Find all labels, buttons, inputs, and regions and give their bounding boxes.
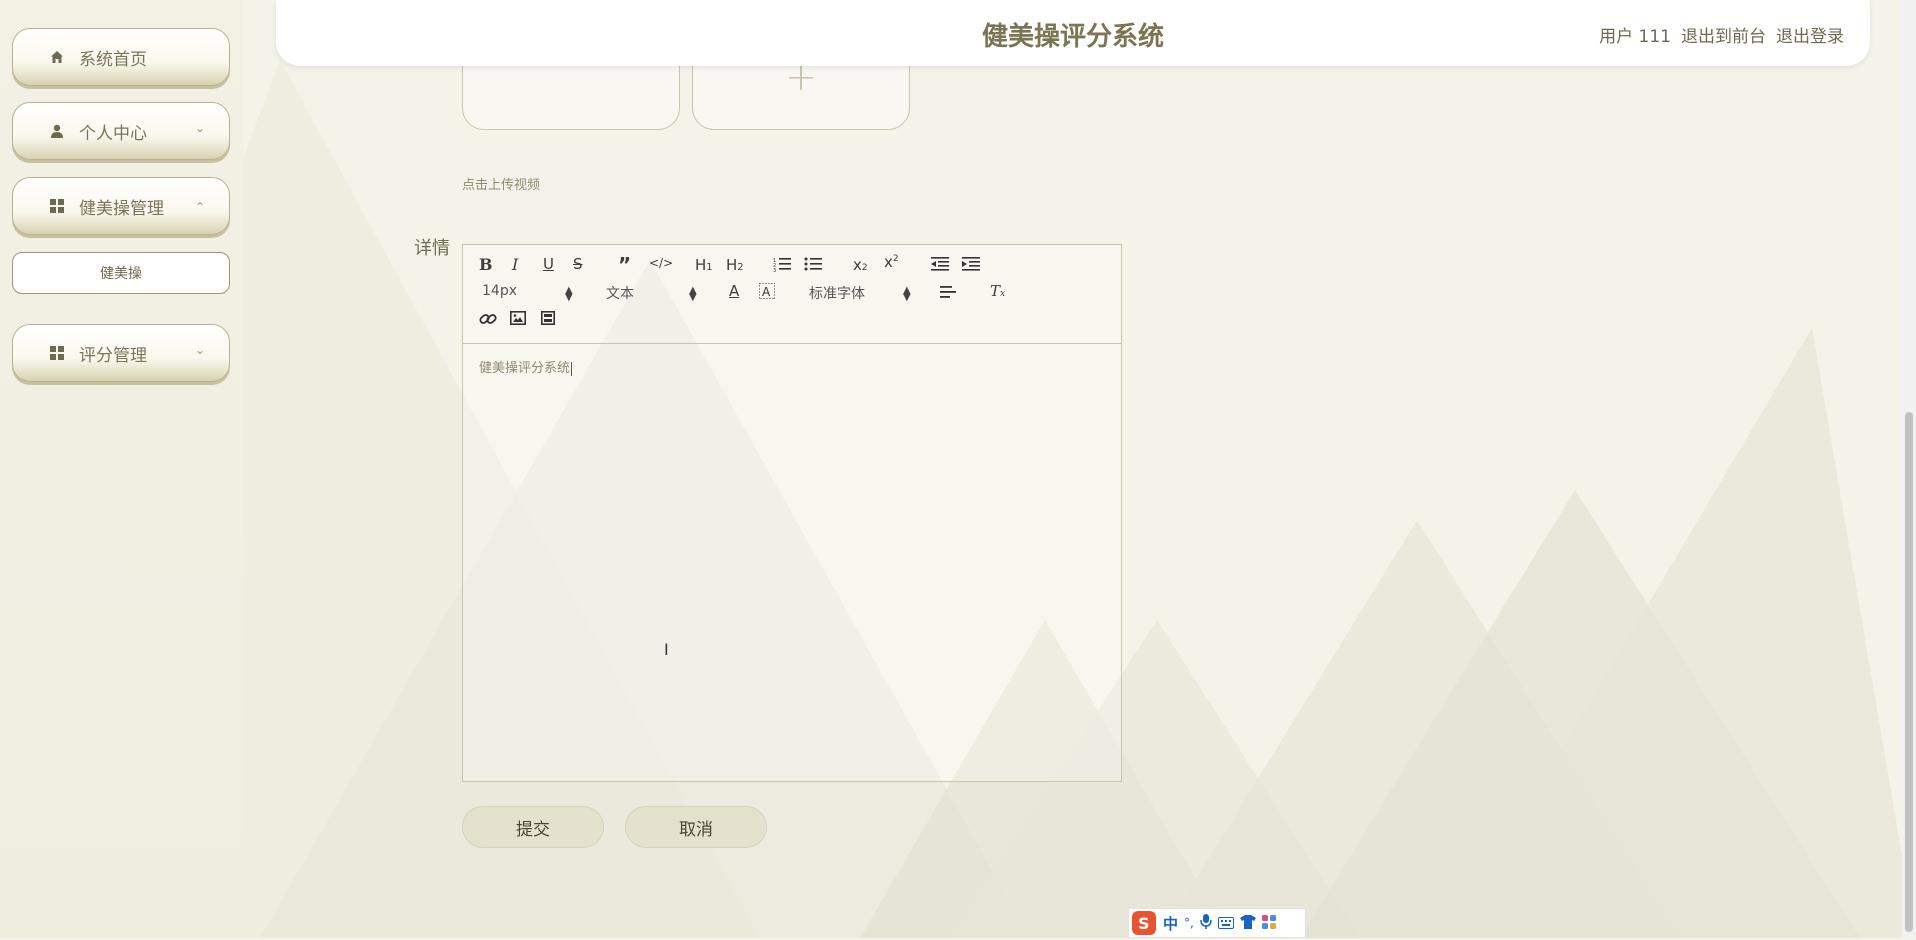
main-content: + 点击上传视频 详情 B I U S ” </> H1 H2 123 x2 x… xyxy=(0,0,1916,938)
superscript-icon[interactable]: x2 xyxy=(884,253,899,271)
video-icon[interactable] xyxy=(541,311,555,325)
sogou-logo-icon[interactable]: S xyxy=(1131,910,1157,936)
sidebar: 系统首页 个人中心 ⌄ 健美操管理 ⌃ 健美操 评分管理 ⌄ xyxy=(0,0,243,938)
outdent-icon[interactable] xyxy=(931,256,949,272)
top-header: 健美操评分系统 用户 111 退出到前台 退出登录 xyxy=(276,0,1870,66)
submit-button[interactable]: 提交 xyxy=(462,806,604,848)
sidebar-item-home[interactable]: 系统首页 xyxy=(12,28,230,86)
ordered-list-icon[interactable]: 123 xyxy=(773,256,791,272)
header-select[interactable]: 文本 xyxy=(606,283,634,303)
strikethrough-icon[interactable]: S xyxy=(573,255,583,273)
scrollbar-thumb[interactable] xyxy=(1905,412,1913,932)
select-arrows-icon: ▲ ▼ xyxy=(689,285,697,303)
background-color-icon[interactable]: A xyxy=(759,283,775,299)
svg-text:S: S xyxy=(1138,914,1150,933)
code-block-icon[interactable]: </> xyxy=(649,256,673,270)
image-icon[interactable] xyxy=(510,311,526,325)
sidebar-item-aerobics-management[interactable]: 健美操管理 ⌃ xyxy=(12,177,230,235)
subscript-icon[interactable]: x2 xyxy=(853,256,868,274)
text-cursor-icon: I xyxy=(664,640,669,659)
ime-punctuation-toggle[interactable]: °, xyxy=(1184,916,1194,930)
detail-label: 详情 xyxy=(414,238,450,259)
bullet-list-icon[interactable] xyxy=(804,256,822,272)
to-front-link[interactable]: 退出到前台 xyxy=(1681,22,1766,47)
grid-icon xyxy=(49,198,65,214)
header-actions: 用户 111 退出到前台 退出登录 xyxy=(1599,22,1844,47)
sidebar-item-profile[interactable]: 个人中心 ⌄ xyxy=(12,102,230,160)
keyboard-icon[interactable] xyxy=(1217,914,1234,933)
link-icon[interactable] xyxy=(479,311,497,327)
underline-icon[interactable]: U xyxy=(543,255,554,273)
rich-text-editor: B I U S ” </> H1 H2 123 x2 x2 14px ▲ ▼ 文… xyxy=(462,244,1122,782)
chevron-up-icon: ⌃ xyxy=(194,200,205,214)
cancel-button[interactable]: 取消 xyxy=(625,806,767,848)
select-arrows-icon: ▲ ▼ xyxy=(565,285,573,303)
font-size-select[interactable]: 14px xyxy=(482,283,517,299)
blockquote-icon[interactable]: ” xyxy=(618,253,631,277)
italic-icon[interactable]: I xyxy=(512,255,518,274)
sidebar-item-label: 系统首页 xyxy=(79,49,147,70)
chevron-down-icon: ⌄ xyxy=(194,343,205,357)
sidebar-item-score-management[interactable]: 评分管理 ⌄ xyxy=(12,324,230,382)
select-arrows-icon: ▲ ▼ xyxy=(903,285,911,303)
sidebar-item-label: 评分管理 xyxy=(79,345,147,366)
font-color-icon[interactable]: A xyxy=(729,282,739,300)
indent-icon[interactable] xyxy=(962,256,980,272)
logout-link[interactable]: 退出登录 xyxy=(1776,22,1844,47)
sidebar-item-label: 个人中心 xyxy=(79,123,147,144)
text-caret xyxy=(571,361,573,376)
font-family-select[interactable]: 标准字体 xyxy=(809,283,865,303)
toolbox-grid-icon[interactable] xyxy=(1261,914,1276,933)
ime-toolbar: S 中 °, xyxy=(1128,908,1306,938)
sidebar-subitem-label: 健美操 xyxy=(100,266,142,282)
svg-text:3: 3 xyxy=(773,268,776,272)
vertical-scrollbar[interactable] xyxy=(1902,0,1916,938)
ime-lang-toggle[interactable]: 中 xyxy=(1163,913,1178,934)
bold-icon[interactable]: B xyxy=(479,255,493,274)
grid-icon xyxy=(49,345,65,361)
home-icon xyxy=(49,49,65,65)
heading1-icon[interactable]: H1 xyxy=(695,256,713,274)
user-name: 用户 111 xyxy=(1599,27,1671,47)
chevron-down-icon: ⌄ xyxy=(194,121,205,135)
clear-format-icon[interactable]: Tx xyxy=(990,282,1005,300)
editor-content[interactable]: 健美操评分系统 xyxy=(479,357,573,376)
editor-text: 健美操评分系统 xyxy=(479,361,571,376)
sidebar-subitem-aerobics[interactable]: 健美操 xyxy=(12,252,230,294)
heading2-icon[interactable]: H2 xyxy=(726,256,744,274)
align-icon[interactable] xyxy=(940,285,956,299)
sidebar-item-label: 健美操管理 xyxy=(79,198,164,219)
svg-text:A: A xyxy=(762,285,771,299)
microphone-icon[interactable] xyxy=(1200,913,1212,933)
editor-toolbar: B I U S ” </> H1 H2 123 x2 x2 14px ▲ ▼ 文… xyxy=(463,245,1121,344)
user-icon xyxy=(49,123,65,139)
skin-shirt-icon[interactable] xyxy=(1239,914,1256,933)
upload-hint: 点击上传视频 xyxy=(462,178,541,193)
